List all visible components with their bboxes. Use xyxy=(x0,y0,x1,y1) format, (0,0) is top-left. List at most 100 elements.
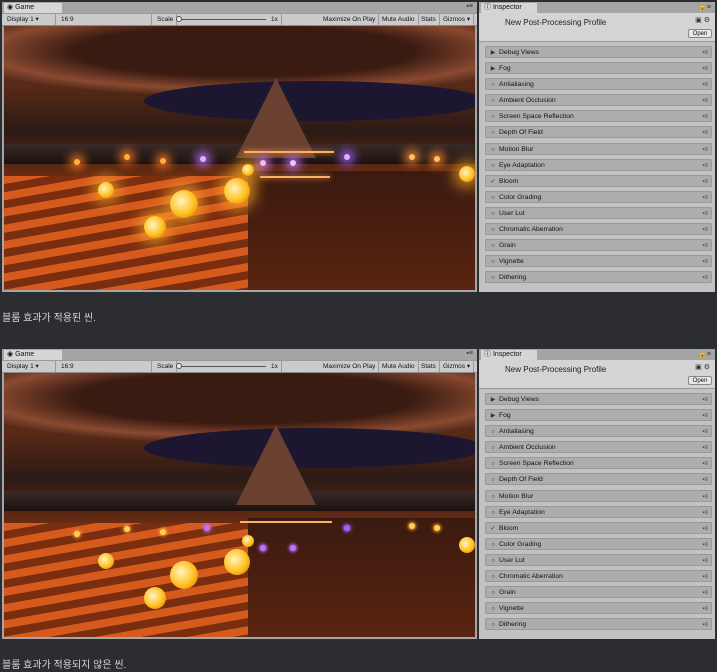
checkbox-unchecked-icon[interactable]: ○ xyxy=(489,111,497,123)
effect-menu-icon[interactable]: ▪≡ xyxy=(702,192,708,204)
foldout-arrow-icon[interactable]: ▶ xyxy=(489,394,497,406)
effect-row[interactable]: ○ Vignette ▪≡ xyxy=(485,602,712,615)
checkbox-checked-icon[interactable]: ✓ xyxy=(489,523,497,535)
mute-audio-button[interactable]: Mute Audio xyxy=(379,14,419,25)
effect-row[interactable]: ○ Dithering ▪≡ xyxy=(485,618,712,631)
effect-menu-icon[interactable]: ▪≡ xyxy=(702,491,708,503)
effect-row[interactable]: ○ Chromatic Aberration ▪≡ xyxy=(485,223,712,236)
effect-menu-icon[interactable]: ▪≡ xyxy=(702,571,708,583)
effect-row[interactable]: ○ Chromatic Aberration ▪≡ xyxy=(485,570,712,583)
effect-row[interactable]: ○ Screen Space Reflection ▪≡ xyxy=(485,457,712,470)
game-tab[interactable]: ◉ Game xyxy=(4,350,62,360)
effect-row[interactable]: ○ Depth Of Field ▪≡ xyxy=(485,126,712,139)
effect-menu-icon[interactable]: ▪≡ xyxy=(702,144,708,156)
checkbox-unchecked-icon[interactable]: ○ xyxy=(489,240,497,252)
stats-button[interactable]: Stats xyxy=(418,14,440,25)
effect-row[interactable]: ▶ Debug Views ▪≡ xyxy=(485,46,712,58)
effect-row[interactable]: ○ Dithering ▪≡ xyxy=(485,271,712,284)
stats-button[interactable]: Stats xyxy=(418,361,440,372)
checkbox-unchecked-icon[interactable]: ○ xyxy=(489,458,497,470)
effect-menu-icon[interactable]: ▪≡ xyxy=(702,160,708,172)
scale-slider-track[interactable] xyxy=(178,366,266,367)
effect-menu-icon[interactable]: ▪≡ xyxy=(702,111,708,123)
effect-menu-icon[interactable]: ▪≡ xyxy=(702,79,708,91)
checkbox-unchecked-icon[interactable]: ○ xyxy=(489,619,497,631)
effect-row[interactable]: ○ Depth Of Field ▪≡ xyxy=(485,473,712,486)
checkbox-unchecked-icon[interactable]: ○ xyxy=(489,224,497,236)
effect-row[interactable]: ✓ Bloom ▪≡ xyxy=(485,521,712,535)
effect-row[interactable]: ○ Motion Blur ▪≡ xyxy=(485,142,712,156)
effect-menu-icon[interactable]: ▪≡ xyxy=(702,240,708,252)
scale-slider-track[interactable] xyxy=(178,19,266,20)
effect-row[interactable]: ○ Antialiasing ▪≡ xyxy=(485,78,712,91)
effect-row[interactable]: ○ Ambient Occlusion ▪≡ xyxy=(485,94,712,107)
effect-menu-icon[interactable]: ▪≡ xyxy=(702,95,708,107)
effect-row[interactable]: ○ User Lut ▪≡ xyxy=(485,553,712,567)
effect-menu-icon[interactable]: ▪≡ xyxy=(702,47,708,59)
inspector-tab[interactable]: ⓘ Inspector xyxy=(481,350,537,360)
window-menu-icon[interactable]: ▪≡ xyxy=(466,3,473,10)
mute-audio-button[interactable]: Mute Audio xyxy=(379,361,419,372)
checkbox-unchecked-icon[interactable]: ○ xyxy=(489,587,497,599)
checkbox-unchecked-icon[interactable]: ○ xyxy=(489,442,497,454)
open-button[interactable]: Open xyxy=(688,376,712,385)
foldout-arrow-icon[interactable]: ▶ xyxy=(489,63,497,75)
checkbox-unchecked-icon[interactable]: ○ xyxy=(489,144,497,156)
effect-menu-icon[interactable]: ▪≡ xyxy=(702,256,708,268)
effect-menu-icon[interactable]: ▪≡ xyxy=(702,176,708,188)
effect-row[interactable]: ○ Grain ▪≡ xyxy=(485,239,712,252)
foldout-arrow-icon[interactable]: ▶ xyxy=(489,47,497,59)
checkbox-unchecked-icon[interactable]: ○ xyxy=(489,272,497,284)
checkbox-unchecked-icon[interactable]: ○ xyxy=(489,127,497,139)
effect-menu-icon[interactable]: ▪≡ xyxy=(702,555,708,567)
effect-row[interactable]: ▶ Debug Views ▪≡ xyxy=(485,393,712,405)
effect-row[interactable]: ○ Vignette ▪≡ xyxy=(485,255,712,268)
gizmos-dropdown[interactable]: Gizmos ▾ xyxy=(440,14,475,25)
game-tab[interactable]: ◉ Game xyxy=(4,3,62,13)
maximize-on-play-button[interactable]: Maximize On Play xyxy=(320,14,380,25)
lock-icon[interactable]: 🔒≡ xyxy=(698,3,711,11)
effect-row[interactable]: ▶ Fog ▪≡ xyxy=(485,62,712,75)
checkbox-unchecked-icon[interactable]: ○ xyxy=(489,539,497,551)
effect-row[interactable]: ○ Color Grading ▪≡ xyxy=(485,190,712,204)
gizmos-dropdown[interactable]: Gizmos ▾ xyxy=(440,361,475,372)
checkbox-unchecked-icon[interactable]: ○ xyxy=(489,571,497,583)
effect-menu-icon[interactable]: ▪≡ xyxy=(702,587,708,599)
checkbox-unchecked-icon[interactable]: ○ xyxy=(489,79,497,91)
aspect-dropdown[interactable]: 16:9 xyxy=(58,361,152,372)
scale-slider-handle[interactable] xyxy=(176,363,182,369)
effect-row[interactable]: ○ Eye Adaptation ▪≡ xyxy=(485,158,712,172)
foldout-arrow-icon[interactable]: ▶ xyxy=(489,410,497,422)
effect-menu-icon[interactable]: ▪≡ xyxy=(702,224,708,236)
effect-row[interactable]: ○ Ambient Occlusion ▪≡ xyxy=(485,441,712,454)
effect-menu-icon[interactable]: ▪≡ xyxy=(702,507,708,519)
effect-menu-icon[interactable]: ▪≡ xyxy=(702,208,708,220)
effect-row[interactable]: ✓ Bloom ▪≡ xyxy=(485,174,712,188)
effect-menu-icon[interactable]: ▪≡ xyxy=(702,272,708,284)
effect-row[interactable]: ○ Antialiasing ▪≡ xyxy=(485,425,712,438)
checkbox-unchecked-icon[interactable]: ○ xyxy=(489,507,497,519)
effect-menu-icon[interactable]: ▪≡ xyxy=(702,474,708,486)
settings-gear-icon[interactable]: ▣ ⚙ xyxy=(695,16,710,24)
effect-row[interactable]: ○ User Lut ▪≡ xyxy=(485,206,712,220)
effect-row[interactable]: ▶ Fog ▪≡ xyxy=(485,409,712,422)
open-button[interactable]: Open xyxy=(688,29,712,38)
effect-menu-icon[interactable]: ▪≡ xyxy=(702,63,708,75)
effect-row[interactable]: ○ Eye Adaptation ▪≡ xyxy=(485,505,712,519)
lock-icon[interactable]: 🔒≡ xyxy=(698,350,711,358)
checkbox-unchecked-icon[interactable]: ○ xyxy=(489,555,497,567)
checkbox-unchecked-icon[interactable]: ○ xyxy=(489,474,497,486)
window-menu-icon[interactable]: ▪≡ xyxy=(466,350,473,357)
display-dropdown[interactable]: Display 1 ▾ xyxy=(4,14,56,25)
scale-slider-handle[interactable] xyxy=(176,16,182,22)
checkbox-unchecked-icon[interactable]: ○ xyxy=(489,95,497,107)
checkbox-unchecked-icon[interactable]: ○ xyxy=(489,491,497,503)
game-viewport[interactable] xyxy=(4,373,475,637)
effect-menu-icon[interactable]: ▪≡ xyxy=(702,619,708,631)
aspect-dropdown[interactable]: 16:9 xyxy=(58,14,152,25)
effect-menu-icon[interactable]: ▪≡ xyxy=(702,603,708,615)
display-dropdown[interactable]: Display 1 ▾ xyxy=(4,361,56,372)
checkbox-checked-icon[interactable]: ✓ xyxy=(489,176,497,188)
checkbox-unchecked-icon[interactable]: ○ xyxy=(489,160,497,172)
checkbox-unchecked-icon[interactable]: ○ xyxy=(489,426,497,438)
